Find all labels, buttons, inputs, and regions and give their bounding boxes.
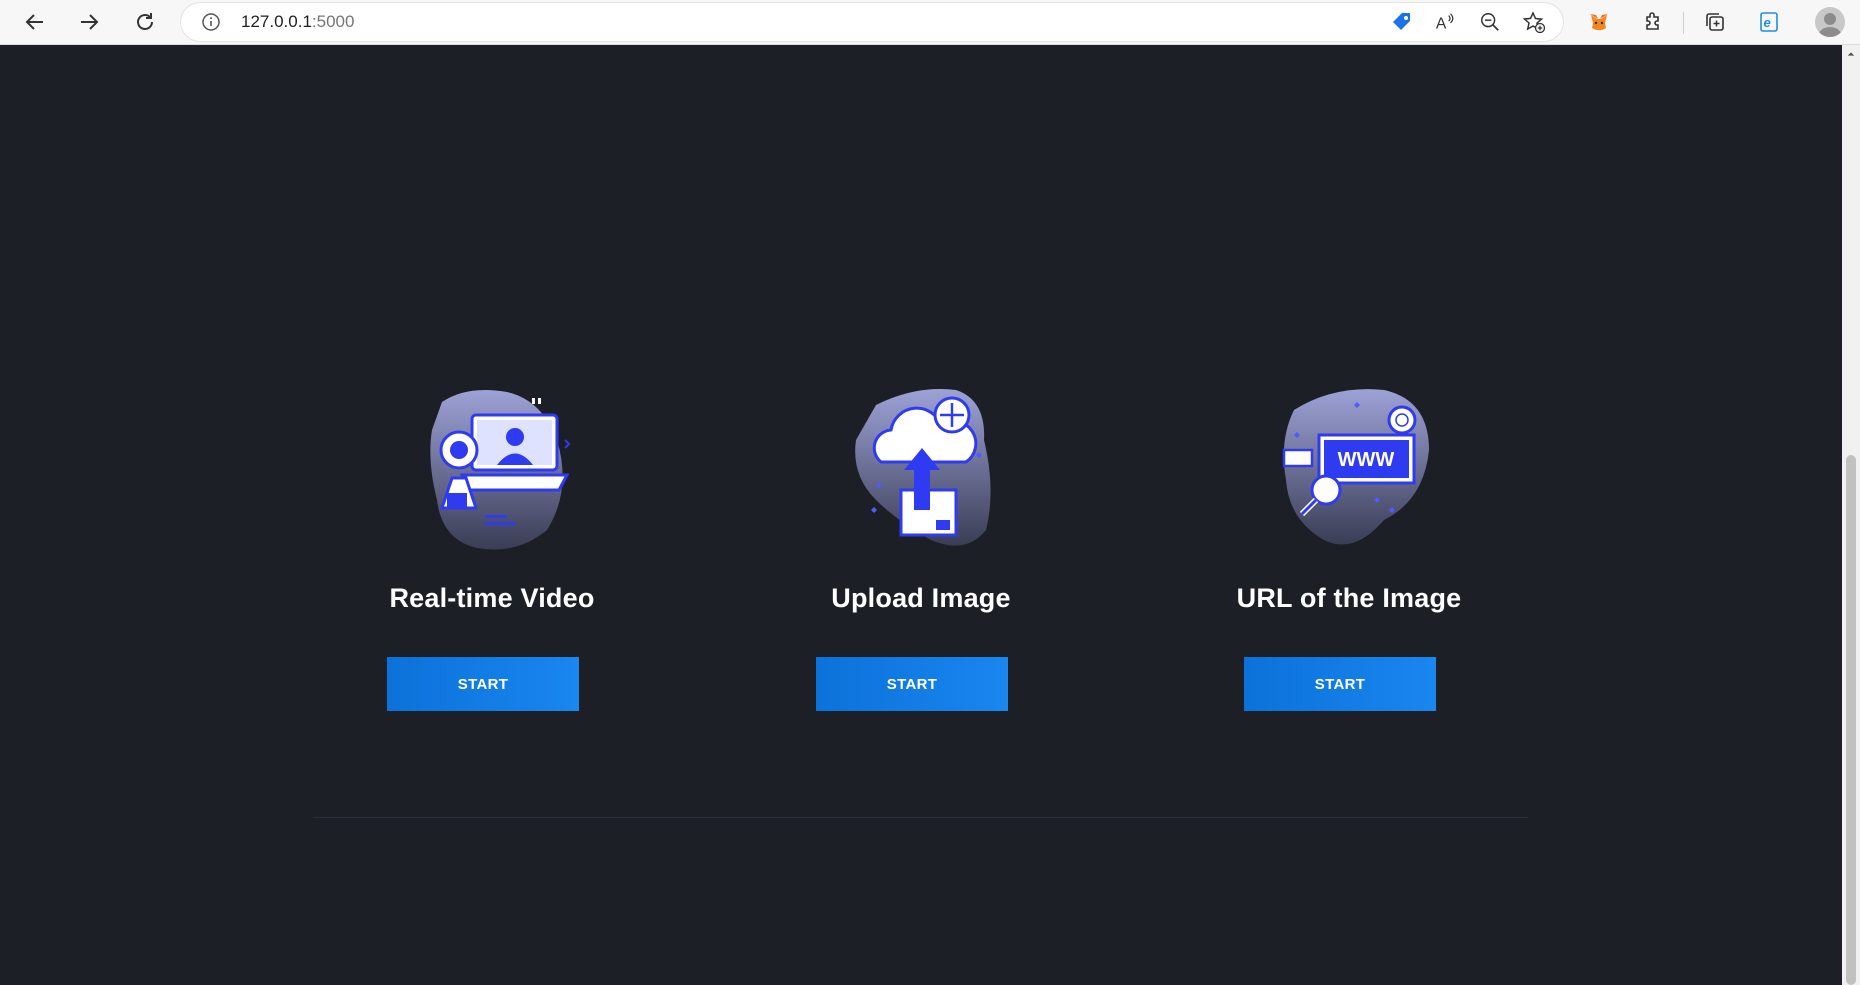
tag-icon[interactable] bbox=[1389, 9, 1415, 35]
address-bar[interactable]: 127.0.0.1:5000 A bbox=[181, 3, 1563, 41]
refresh-icon[interactable] bbox=[127, 4, 163, 40]
start-url-button[interactable]: START bbox=[1244, 657, 1436, 711]
url-illustration-icon: WWW bbox=[1282, 389, 1429, 545]
page-scrollbar[interactable] bbox=[1842, 45, 1860, 985]
add-favorite-icon[interactable] bbox=[1521, 9, 1547, 35]
video-illustration-icon bbox=[430, 389, 571, 550]
metamask-icon[interactable] bbox=[1581, 4, 1617, 40]
zoom-out-icon[interactable] bbox=[1477, 9, 1503, 35]
upload-illustration-icon bbox=[855, 389, 991, 546]
url-text[interactable]: 127.0.0.1:5000 bbox=[241, 3, 354, 41]
profile-avatar[interactable] bbox=[1815, 7, 1845, 37]
scroll-thumb[interactable] bbox=[1846, 455, 1856, 985]
toolbar-separator bbox=[1683, 12, 1684, 34]
section-divider bbox=[313, 817, 1528, 818]
start-upload-button[interactable]: START bbox=[816, 657, 1008, 711]
back-icon[interactable] bbox=[17, 4, 53, 40]
svg-text:WWW: WWW bbox=[1338, 449, 1395, 471]
info-icon[interactable] bbox=[201, 12, 221, 32]
extensions-icon[interactable] bbox=[1636, 4, 1672, 40]
svg-text:e: e bbox=[1764, 15, 1771, 30]
svg-text:A: A bbox=[1436, 15, 1447, 32]
forward-icon[interactable] bbox=[71, 4, 107, 40]
card-title: Real-time Video bbox=[389, 583, 595, 613]
card-title: Upload Image bbox=[831, 583, 1011, 613]
read-aloud-icon[interactable]: A bbox=[1432, 9, 1458, 35]
start-video-button[interactable]: START bbox=[387, 657, 579, 711]
browser-toolbar: 127.0.0.1:5000 A e bbox=[0, 0, 1860, 45]
collections-icon[interactable] bbox=[1697, 4, 1733, 40]
edge-icon[interactable]: e bbox=[1751, 4, 1787, 40]
scroll-up-arrow-icon[interactable] bbox=[1842, 45, 1860, 63]
card-title: URL of the Image bbox=[1236, 583, 1462, 613]
